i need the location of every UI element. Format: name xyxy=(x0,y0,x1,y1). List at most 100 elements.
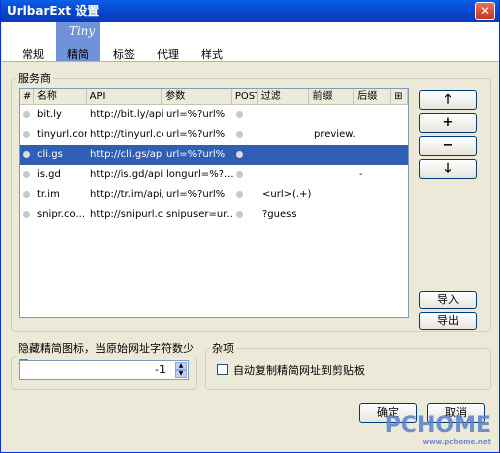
column-filter[interactable]: 过滤 xyxy=(258,89,310,104)
tab-proxy[interactable]: 代理 xyxy=(146,22,190,61)
table-row[interactable]: tinyurl.comhttp://tinyurl.co...url=%?url… xyxy=(20,125,408,145)
cell-api: http://tr.im/api/... xyxy=(90,189,163,200)
column-post[interactable]: POST xyxy=(232,89,258,104)
stepper-buttons[interactable]: ▲ ▼ xyxy=(175,362,187,378)
settings-window: UrlbarExt 设置 ✕ 常规 Tiny 精简 标签 代理 样式 服务商 #… xyxy=(0,0,500,453)
cell-params: url=%?url% xyxy=(166,189,226,200)
table-row[interactable]: is.gd http://is.gd/api...longurl=%?... - xyxy=(20,165,408,185)
tab-shorten[interactable]: Tiny 精简 xyxy=(56,22,100,61)
cell-filter xyxy=(259,125,311,145)
status-dot-cell xyxy=(20,125,34,145)
cell-prefix xyxy=(311,165,356,185)
cell-post xyxy=(233,165,259,185)
cell-params: longurl=%?... xyxy=(166,169,233,180)
cell-name: tinyurl.com xyxy=(37,129,87,140)
add-button[interactable]: + xyxy=(419,113,477,133)
post-dot-icon xyxy=(236,131,243,138)
misc-legend: 杂项 xyxy=(212,342,234,355)
move-down-button[interactable]: 🡓 xyxy=(419,159,477,179)
column-picker-icon[interactable]: ⊞ xyxy=(391,89,408,104)
stepper-down-icon[interactable]: ▼ xyxy=(175,370,187,378)
cell-filter xyxy=(259,105,311,125)
cell-filter xyxy=(259,165,311,185)
column-index[interactable]: # xyxy=(20,89,34,104)
export-button[interactable]: 导出 xyxy=(419,312,477,330)
cell-name: tr.im xyxy=(37,189,60,200)
list-header: # 名称 API 参数 POST 过滤 前缀 后缀 ⊞ xyxy=(20,89,408,105)
status-dot-icon xyxy=(23,171,30,178)
status-dot-cell xyxy=(20,105,34,125)
title-bar: UrlbarExt 设置 ✕ xyxy=(1,0,499,22)
status-dot-icon xyxy=(23,111,30,118)
post-dot-icon xyxy=(236,171,243,178)
import-button[interactable]: 导入 xyxy=(419,291,477,309)
table-row[interactable]: tr.im http://tr.im/api/...url=%?url% <url>… xyxy=(20,185,408,205)
status-dot-cell xyxy=(20,145,34,165)
cell-api: http://tinyurl.co... xyxy=(90,129,163,140)
cell-api: http://bit.ly/api xyxy=(90,109,163,120)
column-api[interactable]: API xyxy=(87,89,163,104)
cell-post xyxy=(233,125,259,145)
cell-suffix xyxy=(356,185,393,205)
cell-prefix xyxy=(311,185,356,205)
status-dot-cell xyxy=(20,165,34,185)
min-length-value: -1 xyxy=(155,363,166,376)
min-length-stepper[interactable]: -1 ▲ ▼ xyxy=(19,360,189,380)
column-suffix[interactable]: 后缀 xyxy=(354,89,392,104)
move-up-button[interactable]: 🡑 xyxy=(419,90,477,110)
pchome-watermark: PCHOME www.pchome.net xyxy=(384,413,491,446)
close-button[interactable]: ✕ xyxy=(475,2,495,20)
cell-params: snipuser=ur... xyxy=(166,209,233,220)
post-dot-icon xyxy=(236,191,243,198)
cell-prefix xyxy=(311,205,356,225)
post-dot-icon xyxy=(236,211,243,218)
tab-tags[interactable]: 标签 xyxy=(102,22,146,61)
providers-list[interactable]: # 名称 API 参数 POST 过滤 前缀 后缀 ⊞ bit.ly http:/… xyxy=(19,88,409,318)
cell-post xyxy=(233,145,259,165)
cell-filter xyxy=(259,145,311,165)
window-title: UrlbarExt 设置 xyxy=(7,4,100,18)
tab-style[interactable]: 样式 xyxy=(190,22,234,61)
cell-name: bit.ly xyxy=(37,109,62,120)
column-name[interactable]: 名称 xyxy=(34,89,87,104)
cell-api: http://is.gd/api... xyxy=(90,169,163,180)
cell-prefix xyxy=(311,105,356,125)
status-dot-cell xyxy=(20,185,34,205)
cell-suffix xyxy=(356,145,393,165)
table-row[interactable]: cli.gs http://cli.gs/ap...url=%?url% xyxy=(20,145,408,165)
status-dot-icon xyxy=(23,151,30,158)
status-dot-icon xyxy=(23,191,30,198)
cell-name: is.gd xyxy=(37,169,61,180)
cell-suffix xyxy=(356,205,393,225)
providers-legend: 服务商 xyxy=(18,72,51,85)
auto-copy-label[interactable]: 自动复制精简网址到剪贴板 xyxy=(233,362,365,378)
status-dot-icon xyxy=(23,131,30,138)
cell-params: url=%?url% xyxy=(166,129,226,140)
cell-api: http://snipurl.c... xyxy=(90,209,163,220)
post-dot-icon xyxy=(236,151,243,158)
column-prefix[interactable]: 前缀 xyxy=(309,89,355,104)
cell-suffix xyxy=(356,105,393,125)
cell-name: cli.gs xyxy=(37,149,63,160)
cell-post xyxy=(233,205,259,225)
cell-suffix: - xyxy=(359,169,363,180)
cell-post xyxy=(233,105,259,125)
cell-prefix: preview. xyxy=(314,129,356,140)
tab-toolbar: 常规 Tiny 精简 标签 代理 样式 xyxy=(2,22,499,62)
remove-button[interactable]: − xyxy=(419,136,477,156)
cell-params: url=%?url% xyxy=(166,109,226,120)
cell-filter: ?guess xyxy=(262,209,297,220)
cell-prefix xyxy=(311,145,356,165)
tab-general[interactable]: 常规 xyxy=(10,22,56,61)
auto-copy-checkbox[interactable] xyxy=(217,364,228,375)
cell-params: url=%?url% xyxy=(166,149,226,160)
cell-api: http://cli.gs/ap... xyxy=(90,149,163,160)
table-row[interactable]: bit.ly http://bit.ly/api url=%?url% xyxy=(20,105,408,125)
column-params[interactable]: 参数 xyxy=(162,89,232,104)
status-dot-icon xyxy=(23,211,30,218)
stepper-up-icon[interactable]: ▲ xyxy=(175,362,187,370)
cell-filter: <url>(.+)... xyxy=(262,189,311,200)
provider-rows: bit.ly http://bit.ly/api url=%?url% tinyurl… xyxy=(20,105,408,225)
table-row[interactable]: snipr.co... http://snipurl.c...snipuser=u… xyxy=(20,205,408,225)
post-dot-icon xyxy=(236,111,243,118)
